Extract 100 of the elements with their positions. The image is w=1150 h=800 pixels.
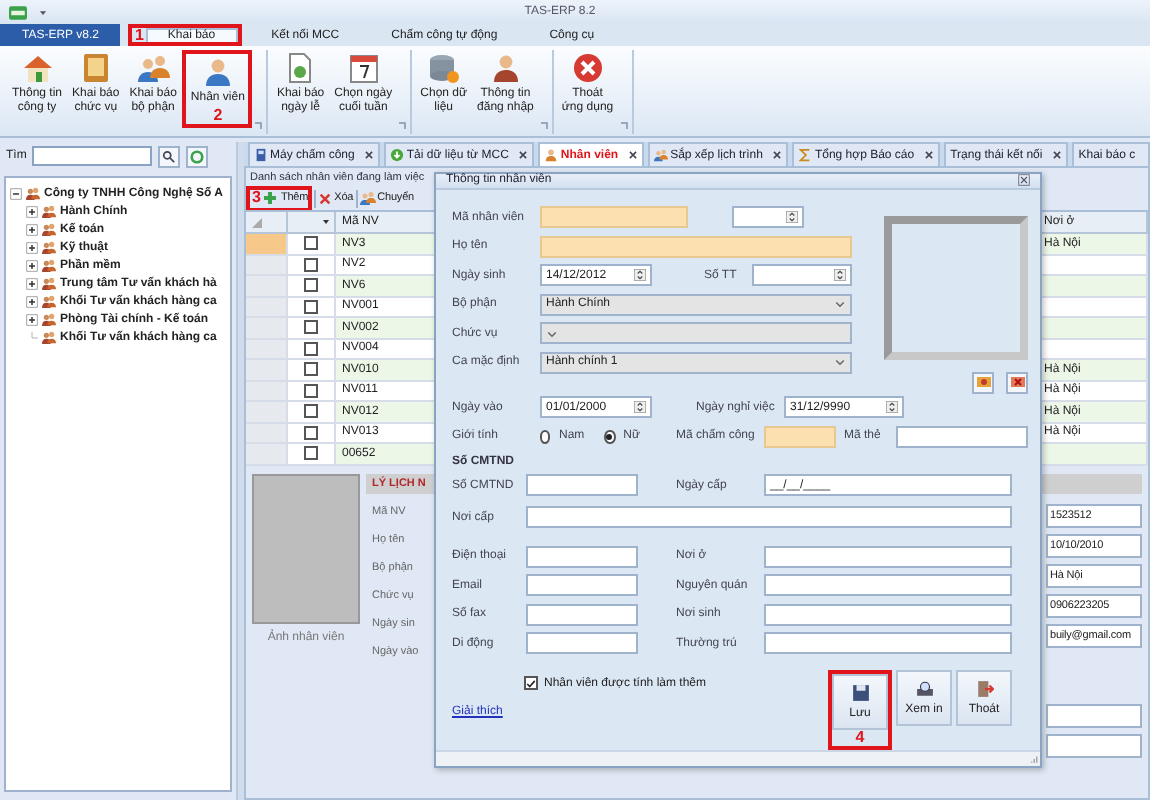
row-header[interactable]: [246, 444, 288, 465]
row-header[interactable]: [246, 276, 288, 297]
spin-buttons-icon: [786, 208, 798, 227]
search-field[interactable]: [32, 146, 153, 166]
people-icon: [42, 294, 56, 308]
row-header[interactable]: [246, 360, 288, 381]
caret-icon: [322, 218, 330, 226]
logo-icon: [6, 3, 30, 21]
launcher-icon: [619, 122, 628, 130]
text-field[interactable]: [526, 474, 638, 497]
tree-line-icon: [26, 331, 38, 343]
row-header[interactable]: [246, 297, 288, 318]
check-icon: [526, 677, 536, 689]
close-icon: [924, 150, 935, 160]
expand-icon: [26, 205, 38, 217]
person-icon: [544, 148, 559, 162]
checkbox[interactable]: [524, 676, 538, 690]
expand-icon: [26, 313, 38, 325]
spin-field[interactable]: [752, 264, 852, 287]
row-header[interactable]: [246, 339, 288, 360]
search-icon: [162, 149, 177, 163]
exit-icon: [975, 680, 993, 698]
people-icon: [654, 148, 669, 162]
spin-buttons-icon: [834, 266, 846, 285]
close-icon: [364, 150, 375, 160]
text-field[interactable]: [764, 425, 836, 448]
checkbox[interactable]: [304, 257, 318, 272]
row-header[interactable]: [246, 255, 288, 276]
people-icon: [42, 276, 56, 290]
people-icon: [42, 240, 56, 254]
text-field[interactable]: [540, 235, 852, 258]
text-field[interactable]: [764, 574, 1012, 597]
close-icon: [628, 150, 639, 160]
checkbox[interactable]: [304, 362, 318, 377]
delete-icon: [318, 191, 333, 205]
step-number: 2: [211, 107, 225, 124]
close-icon: [1018, 174, 1030, 187]
person-key-icon: [489, 52, 522, 84]
dropdown-field[interactable]: [540, 322, 852, 345]
step-number: 4: [853, 730, 867, 746]
text-field[interactable]: [526, 506, 1012, 528]
text-field[interactable]: [540, 206, 688, 229]
expand-icon: [26, 223, 38, 235]
value-field: [1046, 733, 1142, 757]
row-header[interactable]: [246, 318, 288, 339]
expand-icon: [26, 295, 38, 307]
house-icon: [21, 52, 54, 84]
text-field[interactable]: [526, 632, 638, 655]
text-field[interactable]: [526, 603, 638, 626]
chevron-down-icon: [834, 356, 846, 369]
text-field[interactable]: [764, 545, 1012, 568]
search-button[interactable]: [158, 145, 181, 167]
checkbox[interactable]: [304, 320, 318, 335]
caret-icon: [38, 7, 48, 17]
checkbox[interactable]: [304, 299, 318, 314]
download-icon: [390, 148, 405, 162]
person-icon: [201, 56, 234, 88]
people-icon: [42, 312, 56, 326]
calendar-icon: [347, 52, 380, 84]
chevron-down-icon: [834, 298, 846, 311]
step-number: 1: [132, 27, 146, 43]
spin-field[interactable]: [732, 206, 804, 229]
database-icon: [427, 52, 460, 84]
checkbox[interactable]: [304, 425, 318, 440]
people-icon: [26, 186, 40, 200]
remove-photo-button[interactable]: [1006, 371, 1028, 393]
spin-buttons-icon: [886, 398, 898, 417]
checkbox[interactable]: [304, 404, 318, 419]
checkbox[interactable]: [304, 278, 318, 293]
text-field[interactable]: [896, 425, 1028, 448]
checkbox[interactable]: [304, 446, 318, 461]
text-field[interactable]: [764, 603, 1012, 626]
radio-button[interactable]: [604, 429, 616, 444]
close-circle-icon: [571, 52, 604, 84]
document-icon: [284, 52, 317, 84]
text-field[interactable]: [526, 545, 638, 568]
row-header[interactable]: [246, 381, 288, 402]
photo-icon: [1009, 374, 1025, 390]
text-field[interactable]: [764, 632, 1012, 655]
spin-buttons-icon: [634, 266, 646, 285]
value-field: [1046, 703, 1142, 727]
load-photo-button[interactable]: [972, 371, 994, 393]
resize-grip-icon: [1028, 754, 1038, 764]
collapse-icon: [10, 187, 22, 199]
people-icon: [42, 330, 56, 344]
radio-button[interactable]: [540, 429, 551, 444]
corner-icon: [252, 217, 262, 227]
print-preview-icon: [915, 680, 933, 698]
row-header[interactable]: [246, 234, 288, 255]
checkbox[interactable]: [304, 341, 318, 356]
step-number: 3: [250, 190, 263, 206]
spin-buttons-icon: [634, 398, 646, 417]
launcher-icon: [254, 122, 263, 130]
text-field[interactable]: [526, 574, 638, 597]
row-header[interactable]: [246, 423, 288, 444]
chevron-down-icon: [546, 327, 558, 340]
checkbox[interactable]: [304, 383, 318, 398]
device-icon: [254, 148, 268, 162]
checkbox[interactable]: [304, 236, 318, 251]
row-header[interactable]: [246, 402, 288, 423]
